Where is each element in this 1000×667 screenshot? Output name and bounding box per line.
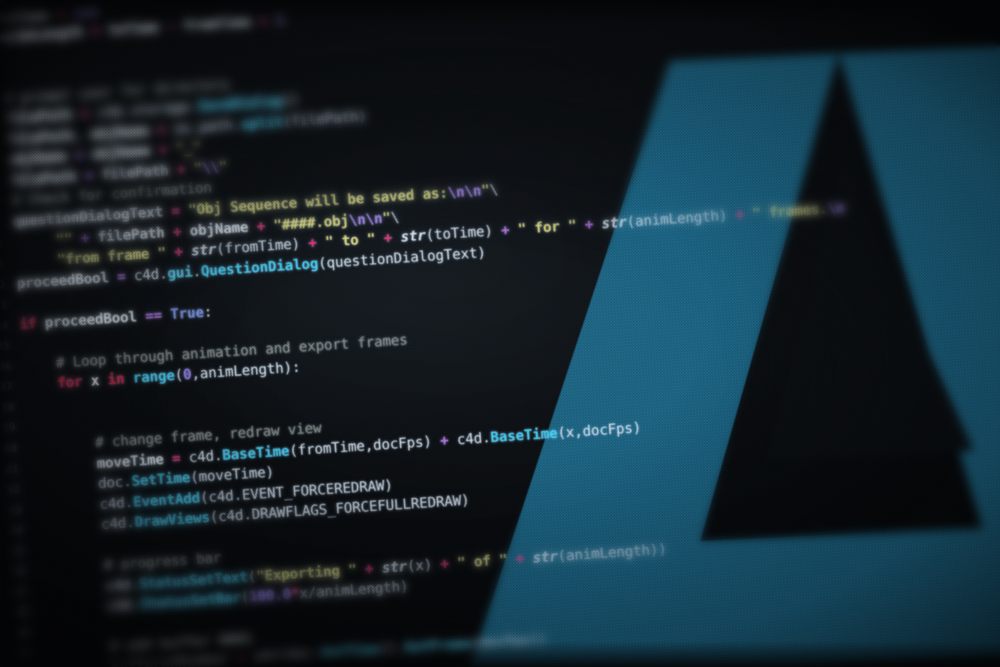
code-token: \ xyxy=(489,182,499,199)
code-token: " frames. xyxy=(751,201,829,223)
code-token: (doc. xyxy=(278,646,322,666)
code-token: filePath xyxy=(5,127,75,149)
code-token: StatusSetBar xyxy=(139,590,242,614)
code-token: SetTime xyxy=(131,470,191,491)
code-token: 100.0 xyxy=(248,587,292,606)
code-token: "" xyxy=(55,230,73,249)
code-token: () xyxy=(280,92,299,110)
code-token: (x,docFps) xyxy=(556,419,642,442)
code-token: "_" xyxy=(174,140,202,158)
code-token: c4d xyxy=(96,104,123,122)
code-token: , xyxy=(72,126,91,144)
code-token: (x) xyxy=(406,557,433,575)
code-token: " to " xyxy=(324,231,376,251)
code-token: toTime xyxy=(107,19,159,39)
code-token: c4d. xyxy=(456,429,491,448)
code-token: proceedBool xyxy=(16,269,110,292)
code-token: objName xyxy=(91,143,151,164)
code-token: filePath xyxy=(100,162,170,184)
code-token: == xyxy=(144,307,163,325)
code-token: GetTime xyxy=(320,643,380,663)
code-token: BaseTime xyxy=(221,443,290,464)
code-token: in xyxy=(107,371,126,389)
code-token: (animLength) xyxy=(626,208,728,231)
code-token: str xyxy=(253,649,280,667)
code-token: c4d. xyxy=(39,597,141,620)
code-token: filePath xyxy=(4,107,73,128)
code-token: str xyxy=(190,241,217,260)
code-token: \\ xyxy=(201,159,220,177)
code-token: str xyxy=(381,558,408,577)
screenshot-root: 1819202122232425262728293031323334353637… xyxy=(0,0,1000,667)
code-token: SaveDialog xyxy=(197,93,283,116)
code-token: (fromTime) xyxy=(215,236,301,258)
code-token: objName xyxy=(7,148,68,169)
code-lines-container[interactable]: fromTime = 0toTime = 150animLength = toT… xyxy=(0,0,1000,667)
code-token: 1 xyxy=(275,10,285,28)
code-token: toTime xyxy=(0,6,49,26)
code-token: (toTime) xyxy=(425,223,494,245)
code-token: split xyxy=(240,114,284,133)
code-token: os.path. xyxy=(173,116,242,138)
code-token: gui xyxy=(166,264,194,282)
code-token: objName xyxy=(89,122,150,143)
code-token: " for " xyxy=(517,218,578,238)
code-token: filePath xyxy=(96,224,166,246)
code-token: 150 xyxy=(72,2,99,21)
code-token: objName xyxy=(189,219,249,240)
code-token: c4d. xyxy=(133,265,168,285)
code-token: "####.obj xyxy=(272,212,350,234)
code-token: (filePath) xyxy=(282,108,368,130)
code-token: fromTime xyxy=(182,13,252,34)
code-token: \n xyxy=(827,200,846,218)
code-token: \ xyxy=(390,209,400,226)
code-token: if xyxy=(18,315,37,333)
code-token: DrawViews xyxy=(133,510,211,532)
code-token: : xyxy=(203,304,213,321)
code-token: storage xyxy=(130,99,190,120)
code-token: GetFrame xyxy=(403,636,472,658)
code-token: \n\n xyxy=(447,183,482,202)
code-token: (docFps)) xyxy=(470,631,548,653)
code-token: str xyxy=(399,228,427,246)
code-token: str xyxy=(601,214,628,233)
code-token: filePath xyxy=(8,168,77,190)
code-token: \n\n xyxy=(348,210,383,229)
code-token: (). xyxy=(378,641,405,659)
code-token: range xyxy=(132,368,176,388)
code-token: c4d. xyxy=(188,447,223,466)
code-token: True xyxy=(169,304,205,323)
code-token: proceedBool xyxy=(44,309,138,332)
code-token: " of " xyxy=(456,552,509,572)
code-token: BaseTime xyxy=(489,425,558,446)
code-token: for xyxy=(23,374,84,395)
code-token: moveTime xyxy=(96,451,165,472)
code-editor-plane: 1819202122232425262728293031323334353637… xyxy=(0,0,1000,667)
code-token: (moveTime) xyxy=(189,464,275,487)
code-token: str xyxy=(532,548,559,567)
code-token: animLength xyxy=(0,24,84,46)
code-token: EventAdd xyxy=(132,490,201,511)
code-token: " xyxy=(218,158,228,176)
code-token: c4d. xyxy=(33,515,136,538)
